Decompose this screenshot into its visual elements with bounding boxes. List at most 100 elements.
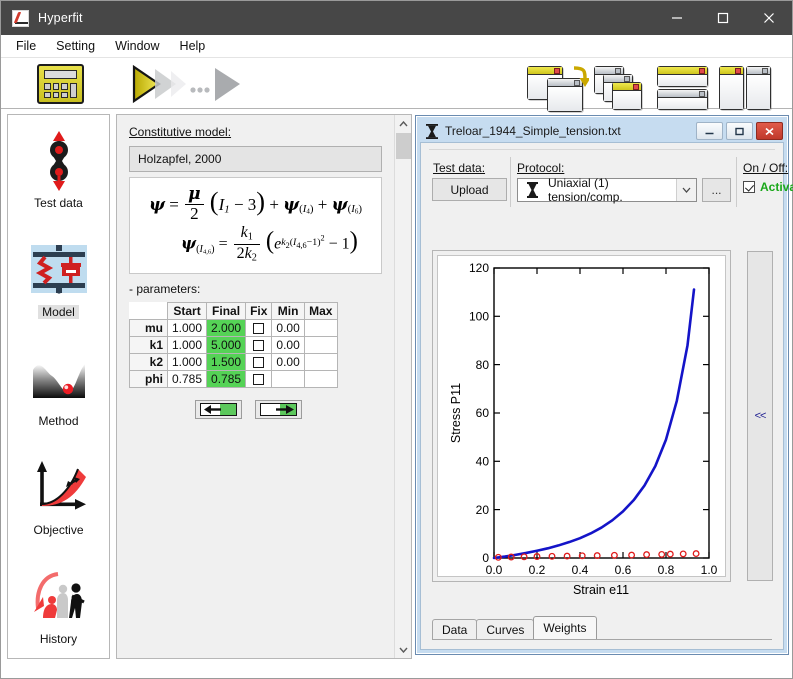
- protocol-select[interactable]: Uniaxial (1) tension/comp.: [517, 176, 697, 204]
- tab-curves[interactable]: Curves: [476, 619, 535, 639]
- x-axis-label: Strain e11: [573, 583, 629, 597]
- sidebar-item-method[interactable]: Method: [8, 333, 109, 442]
- menu-item-file[interactable]: File: [7, 37, 45, 55]
- col-header-final: Final: [206, 302, 247, 320]
- checkbox-checked-icon: [743, 181, 755, 193]
- param-final-phi[interactable]: 0.785: [206, 370, 247, 388]
- menu-item-window[interactable]: Window: [106, 37, 168, 55]
- title-bar: Hyperfit: [1, 1, 792, 35]
- calculator-keys: [44, 83, 77, 98]
- copy-final-to-start-button[interactable]: [195, 400, 242, 419]
- close-button[interactable]: [746, 1, 792, 35]
- child-minimize-button[interactable]: [696, 122, 723, 140]
- table-row: mu 1.000 2.000 0.00: [129, 319, 338, 337]
- menu-item-setting[interactable]: Setting: [47, 37, 104, 55]
- model-panel-content: Constitutive model: Holzapfel, 2000 ψ = …: [117, 115, 394, 658]
- param-min-mu[interactable]: 0.00: [271, 319, 305, 337]
- menu-bar: File Setting Window Help: [1, 35, 792, 58]
- param-name-k1: k1: [129, 336, 168, 354]
- chevron-up-icon[interactable]: [395, 115, 412, 132]
- tab-weights[interactable]: Weights: [533, 616, 597, 639]
- param-max-phi[interactable]: [303, 370, 338, 388]
- param-fix-k1[interactable]: [245, 336, 273, 354]
- protocol-label: Protocol:: [517, 161, 565, 175]
- sidebar-item-test-data[interactable]: Test data: [8, 115, 109, 224]
- menu-item-help[interactable]: Help: [171, 37, 215, 55]
- specimen-tension-icon: [28, 130, 90, 192]
- param-max-k2[interactable]: [303, 353, 338, 371]
- hourglass-icon: [526, 182, 539, 198]
- param-min-k1[interactable]: 0.00: [271, 336, 305, 354]
- down-arrow-icon: [573, 66, 589, 87]
- energy-landscape-icon: [28, 348, 90, 410]
- play-gray-icon[interactable]: [187, 64, 247, 104]
- window-controls: [654, 1, 792, 35]
- param-final-mu[interactable]: 2.000: [206, 319, 247, 337]
- param-max-k1[interactable]: [303, 336, 338, 354]
- param-name-k2: k2: [129, 353, 168, 371]
- copy-start-to-final-button[interactable]: [255, 400, 302, 419]
- param-start-k2[interactable]: 1.000: [166, 353, 208, 371]
- sidebar-item-history[interactable]: History: [8, 551, 109, 660]
- right-strip: <<: [739, 250, 777, 582]
- param-start-k1[interactable]: 1.000: [166, 336, 208, 354]
- on-off-label: On / Off:: [743, 161, 789, 175]
- tab-data[interactable]: Data: [432, 619, 478, 639]
- child-close-button[interactable]: [756, 122, 783, 140]
- hourglass-icon: [425, 123, 439, 139]
- y-axis-ticks: [494, 267, 709, 559]
- calculator-icon[interactable]: [37, 64, 84, 104]
- activate-checkbox-row[interactable]: Activa: [743, 180, 793, 194]
- child-window-title-bar[interactable]: Treloar_1944_Simple_tension.txt: [419, 119, 785, 143]
- sidebar-item-label: Objective: [33, 522, 84, 537]
- minimize-button[interactable]: [654, 1, 700, 35]
- maximize-button[interactable]: [700, 1, 746, 35]
- col-header-min: Min: [271, 302, 305, 320]
- y-tick-labels: 120 100 80 60 40 20 0: [469, 261, 489, 565]
- param-final-k1[interactable]: 5.000: [206, 336, 247, 354]
- arrow-right-icon: [260, 403, 297, 416]
- plot-panel: 120 100 80 60 40 20 0 0.0 0.2 0.4 0.6 0.…: [432, 250, 731, 597]
- param-fix-mu[interactable]: [245, 319, 273, 337]
- table-header-row: Start Final Fix Min Max: [130, 302, 338, 320]
- upload-button[interactable]: Upload: [432, 178, 507, 201]
- sidebar-item-label: Model: [38, 304, 79, 319]
- plot-canvas[interactable]: 120 100 80 60 40 20 0 0.0 0.2 0.4 0.6 0.…: [437, 255, 726, 597]
- param-min-phi[interactable]: [271, 370, 305, 388]
- svg-text:0.6: 0.6: [615, 563, 632, 577]
- checkbox-unchecked-icon: [253, 357, 265, 369]
- collapse-panel-button[interactable]: <<: [747, 251, 773, 581]
- param-start-mu[interactable]: 1.000: [166, 319, 208, 337]
- param-fix-k2[interactable]: [245, 353, 273, 371]
- param-max-mu[interactable]: [303, 319, 338, 337]
- param-final-k2[interactable]: 1.500: [206, 353, 247, 371]
- param-min-k2[interactable]: 0.00: [271, 353, 305, 371]
- svg-text:0.8: 0.8: [658, 563, 675, 577]
- center-scrollbar[interactable]: [394, 115, 411, 658]
- child-window-controls: [696, 122, 783, 140]
- sidebar-item-model[interactable]: Model: [8, 224, 109, 333]
- col-header-blank: [130, 303, 168, 320]
- param-fix-phi[interactable]: [245, 370, 273, 388]
- child-window-title: Treloar_1944_Simple_tension.txt: [445, 124, 621, 138]
- child-restore-button[interactable]: [726, 122, 753, 140]
- curve-fit-axes-icon: [28, 457, 90, 519]
- param-start-phi[interactable]: 0.785: [166, 370, 208, 388]
- col-header-start: Start: [166, 302, 208, 320]
- chevron-down-icon[interactable]: [676, 179, 696, 201]
- param-transfer-buttons: [129, 400, 382, 419]
- chevron-down-icon[interactable]: [395, 641, 412, 658]
- sidebar-item-objective[interactable]: Objective: [8, 442, 109, 551]
- scrollbar-thumb[interactable]: [396, 133, 411, 159]
- divider-2: [736, 157, 737, 207]
- double-play-icon[interactable]: [131, 64, 191, 104]
- divider-1: [510, 157, 511, 207]
- y-axis-label: Stress P11: [449, 383, 463, 443]
- table-row: phi 0.785 0.785: [129, 370, 338, 388]
- checkbox-unchecked-icon: [253, 323, 265, 335]
- spring-dashpot-icon: [28, 239, 90, 301]
- calculator-screen: [44, 70, 77, 79]
- svg-text:120: 120: [469, 261, 489, 275]
- protocol-browse-button[interactable]: ...: [702, 178, 731, 202]
- model-name-field[interactable]: Holzapfel, 2000: [129, 146, 382, 172]
